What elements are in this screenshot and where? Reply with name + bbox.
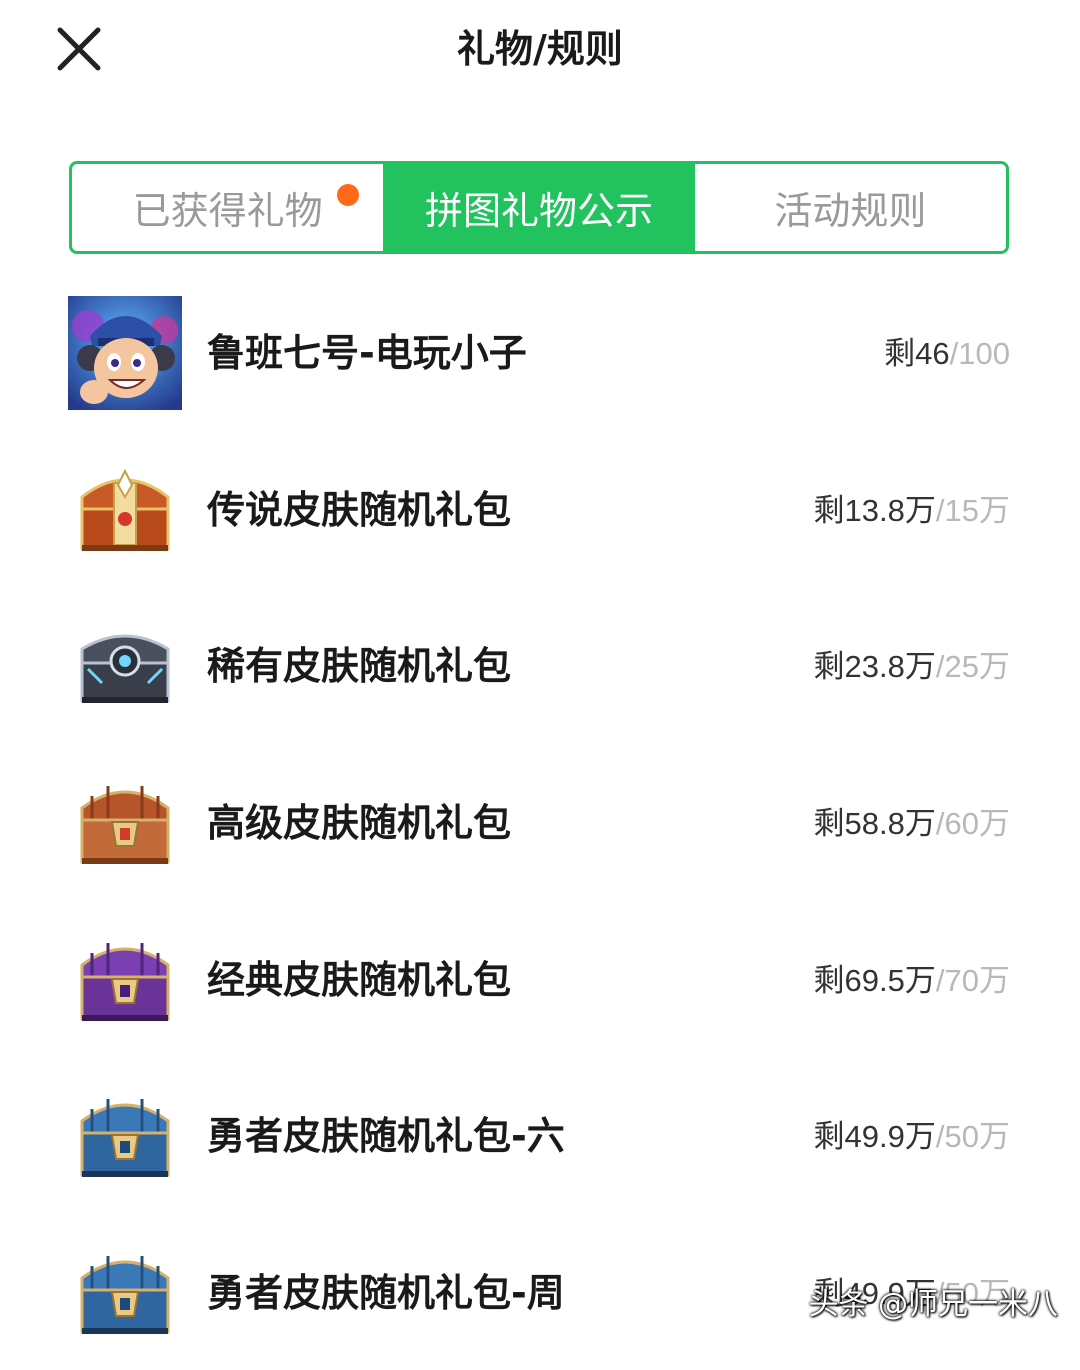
list-item[interactable]: 高级皮肤随机礼包 剩58.8万/60万	[0, 750, 1080, 900]
gift-stock: 剩49.9万/50万	[814, 1115, 1010, 1159]
tab-label: 拼图礼物公示	[424, 189, 653, 233]
warrior-chest-icon	[68, 1079, 182, 1193]
gift-total: /50万	[935, 1119, 1010, 1154]
gift-name: 高级皮肤随机礼包	[207, 801, 512, 845]
gift-stock: 剩13.8万/15万	[814, 489, 1010, 533]
list-item[interactable]: 传说皮肤随机礼包 剩13.8万/15万	[0, 437, 1080, 587]
tab-puzzle-gifts[interactable]: 拼图礼物公示	[383, 164, 695, 251]
gift-name: 经典皮肤随机礼包	[207, 958, 512, 1002]
gift-total: /100	[949, 336, 1010, 371]
notification-dot-icon	[337, 184, 360, 206]
classic-chest-icon	[68, 923, 182, 1037]
header: 礼物/规则	[0, 0, 1080, 100]
list-item[interactable]: 勇者皮肤随机礼包-六 剩49.9万/50万	[0, 1063, 1080, 1213]
legendary-chest-icon	[68, 453, 182, 567]
gift-stock: 剩46/100	[884, 332, 1010, 376]
gift-name: 鲁班七号-电玩小子	[207, 331, 527, 375]
page-title: 礼物/规则	[457, 27, 623, 71]
gift-stock: 剩69.5万/70万	[814, 959, 1010, 1003]
gift-remaining: 剩49.9万	[813, 1119, 936, 1154]
gift-remaining: 剩69.5万	[813, 963, 936, 998]
tab-label: 已获得礼物	[132, 189, 323, 233]
gift-stock: 剩23.8万/25万	[814, 645, 1010, 689]
gift-name: 勇者皮肤随机礼包-周	[207, 1271, 565, 1315]
gift-total: /25万	[935, 649, 1010, 684]
warrior-chest-icon	[68, 1236, 182, 1350]
gift-remaining: 剩13.8万	[813, 493, 936, 528]
list-item[interactable]: 经典皮肤随机礼包 剩69.5万/70万	[0, 907, 1080, 1057]
gift-remaining: 剩23.8万	[813, 649, 936, 684]
list-item[interactable]: 鲁班七号-电玩小子 剩46/100	[0, 280, 1080, 430]
tab-label: 活动规则	[774, 189, 927, 233]
gift-name: 传说皮肤随机礼包	[207, 488, 512, 532]
watermark: 头条 @师兄一米八	[808, 1287, 1058, 1322]
gift-total: /60万	[935, 806, 1010, 841]
rare-chest-icon	[68, 609, 182, 723]
gift-remaining: 剩58.8万	[813, 806, 936, 841]
tab-activity-rules[interactable]: 活动规则	[695, 164, 1006, 251]
gift-remaining: 剩46	[884, 336, 950, 371]
hero-avatar-icon	[68, 296, 182, 410]
list-item[interactable]: 稀有皮肤随机礼包 剩23.8万/25万	[0, 593, 1080, 743]
tab-received-gifts[interactable]: 已获得礼物	[72, 164, 383, 251]
gift-total: /70万	[935, 963, 1010, 998]
gift-stock: 剩58.8万/60万	[814, 802, 1010, 846]
gift-name: 勇者皮肤随机礼包-六	[207, 1114, 565, 1158]
gift-name: 稀有皮肤随机礼包	[207, 644, 512, 688]
advanced-chest-icon	[68, 766, 182, 880]
tab-bar: 已获得礼物 拼图礼物公示 活动规则	[69, 161, 1009, 254]
gift-total: /15万	[935, 493, 1010, 528]
